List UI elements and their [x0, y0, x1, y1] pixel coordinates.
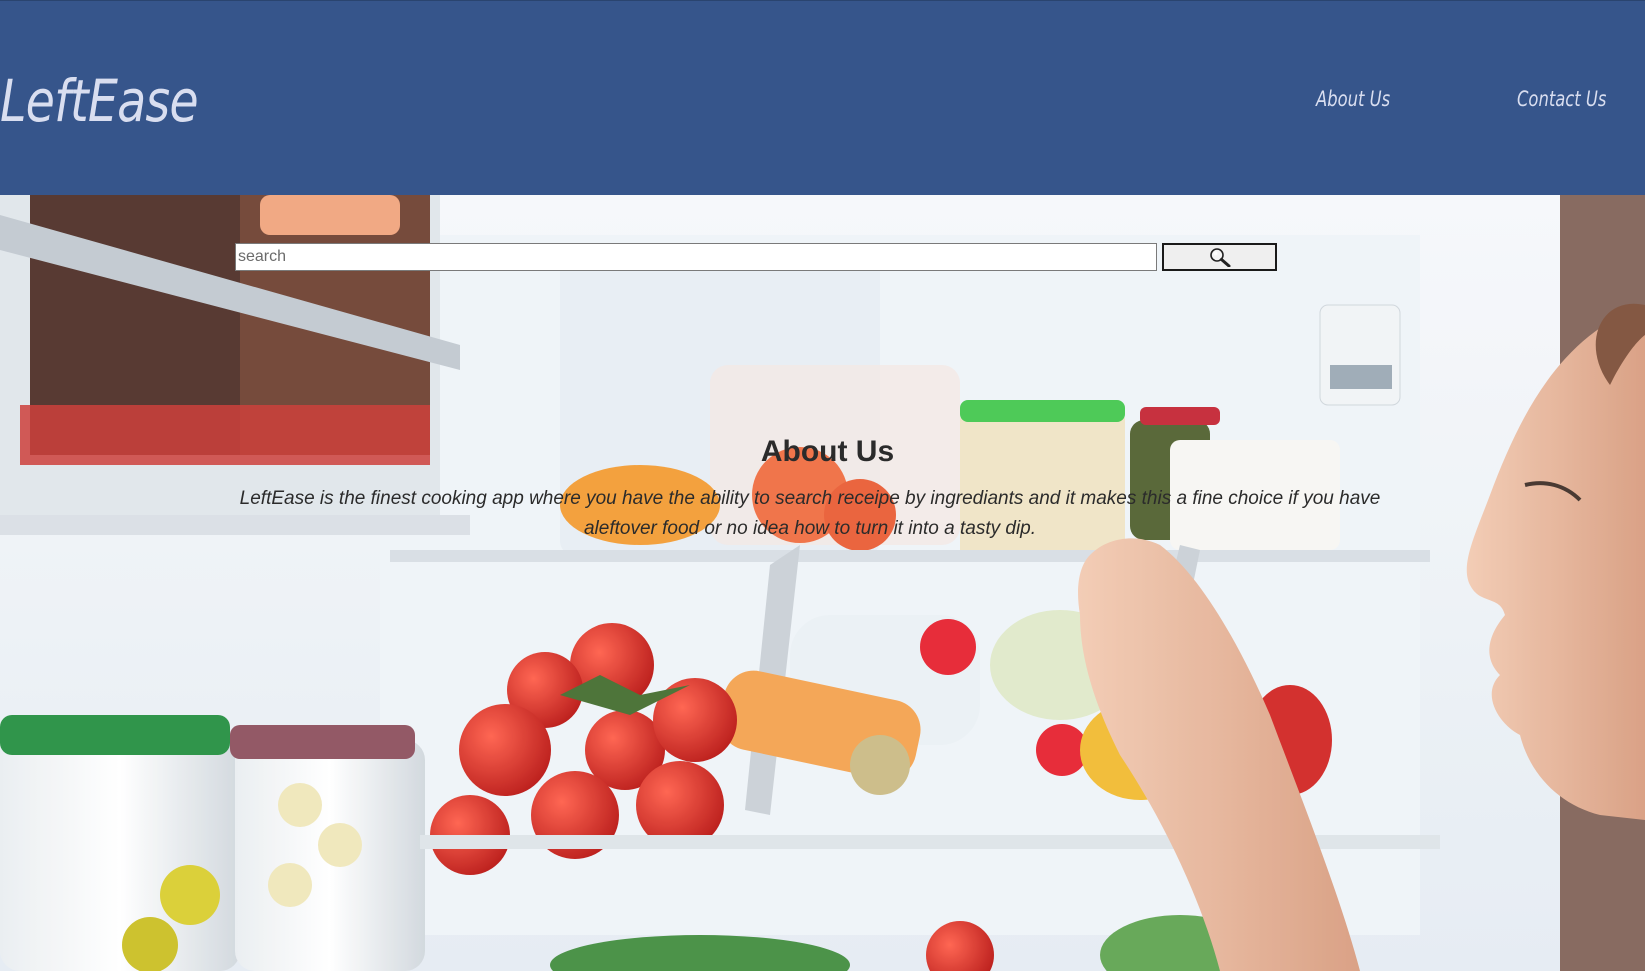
nav-link-about-us[interactable]: About Us: [1316, 87, 1390, 111]
search-button[interactable]: [1162, 243, 1277, 271]
search-input[interactable]: [235, 243, 1157, 271]
hero-background-image: [0, 195, 1645, 971]
hero-section: About Us LeftEase is the finest cooking …: [0, 195, 1645, 971]
magnifier-icon: [1209, 248, 1230, 267]
site-header: LeftEase About Us Contact Us: [0, 0, 1645, 195]
page: LeftEase About Us Contact Us search Abou…: [0, 0, 1645, 971]
nav-link-contact-us[interactable]: Contact Us: [1517, 87, 1606, 111]
about-us-description: LeftEase is the finest cooking app where…: [239, 488, 1381, 539]
about-us-heading: About Us: [760, 435, 895, 468]
site-logo[interactable]: LeftEase: [0, 67, 199, 135]
